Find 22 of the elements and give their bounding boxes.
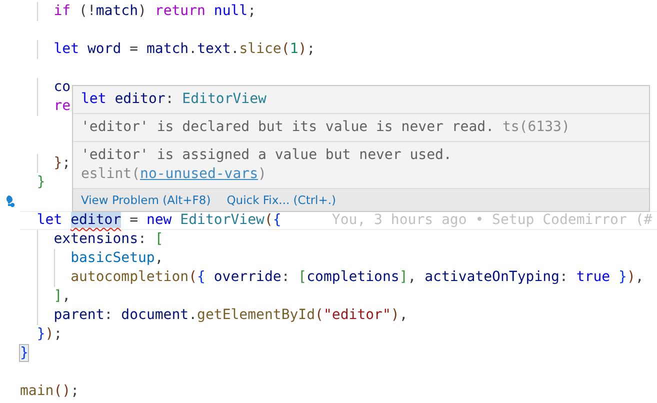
code-line: re: [52, 97, 71, 116]
code-line: parent: document.getElementById("editor"),: [52, 306, 408, 325]
code-line: let editor = new EditorView({: [36, 212, 282, 229]
code-line: ],: [52, 287, 71, 306]
problem-message: 'editor' is assigned a value but never used. eslint(no-unused-vars): [81, 146, 453, 184]
code-line: main();: [20, 382, 80, 401]
action-link[interactable]: View Problem (Alt+F8): [81, 192, 211, 208]
lightbulb-icon[interactable]: [4, 195, 16, 208]
code-line: if (!match) return null;: [52, 2, 256, 21]
rule-link[interactable]: no-unused-vars: [140, 166, 258, 182]
problem-message: 'editor' is declared but its value is never read. ts(6133): [81, 118, 571, 137]
code-line: basicSetup,: [70, 249, 164, 268]
action-link[interactable]: Quick Fix... (Ctrl+.): [226, 192, 336, 208]
code-line: autocompletion({ override: [completions], activateOnTyping: true }),: [70, 268, 644, 287]
code-line: });: [36, 325, 62, 344]
code-line: co: [52, 78, 71, 97]
code-line: extensions: [: [52, 230, 164, 249]
code-line: };: [52, 154, 71, 173]
code-line: }: [36, 173, 46, 192]
type-signature: let editor: EditorView: [81, 91, 266, 107]
blame-annotation: You, 3 hours ago • Setup Codemirror (#: [332, 212, 652, 229]
code-line: let word = match.text.slice(1);: [52, 40, 316, 59]
